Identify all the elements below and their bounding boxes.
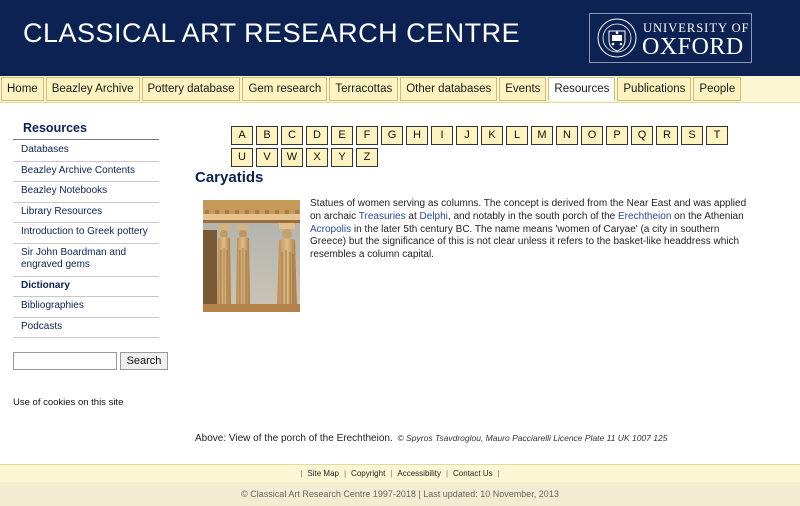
footer-nav: | Site Map | Copyright | Accessibility | Contac… [0, 464, 800, 484]
footer-separator: | [343, 469, 347, 478]
footer-separator: | [390, 469, 393, 478]
footer-link-copyright[interactable]: Copyright [351, 469, 385, 478]
letter-i[interactable]: I [431, 126, 453, 145]
nav-home[interactable]: Home [1, 77, 44, 101]
footer-link-site-map[interactable]: Site Map [307, 469, 339, 478]
link-acropolis[interactable]: Acropolis [310, 224, 351, 235]
nav-beazley-archive[interactable]: Beazley Archive [45, 77, 140, 101]
cookies-link[interactable]: Use of cookies on this site [13, 397, 123, 408]
letter-a[interactable]: A [231, 126, 253, 145]
letter-e[interactable]: E [331, 126, 353, 145]
footer-separator: | [445, 469, 449, 478]
letter-m[interactable]: M [531, 126, 553, 145]
alphabet-index: A B C D E F G H I J K L M N O P Q R S T U V W X Y Z [231, 125, 741, 169]
link-delphi[interactable]: Delphi [420, 211, 448, 222]
sidebar-item-library-resources[interactable]: Library Resources [13, 203, 159, 223]
nav-people[interactable]: People [693, 77, 742, 101]
letter-l[interactable]: L [506, 126, 528, 145]
letter-z[interactable]: Z [356, 148, 378, 167]
letter-v[interactable]: V [256, 148, 278, 167]
page-title: Caryatids [195, 169, 264, 186]
footer-link-contact-us[interactable]: Contact Us [453, 469, 493, 478]
letter-f[interactable]: F [356, 126, 378, 145]
letter-s[interactable]: S [681, 126, 703, 145]
footer-separator: | [497, 469, 500, 478]
letter-c[interactable]: C [281, 126, 303, 145]
nav-events[interactable]: Events [499, 77, 547, 101]
nav-other-databases[interactable]: Other databases [400, 77, 498, 101]
letter-d[interactable]: D [306, 126, 328, 145]
nav-publications[interactable]: Publications [617, 77, 692, 101]
search-button[interactable]: Search [120, 352, 168, 370]
sidebar-item-bibliographies[interactable]: Bibliographies [13, 297, 159, 318]
sidebar-item-intro-greek-pottery[interactable]: Introduction to Greek pottery [13, 223, 159, 244]
sidebar-item-beazley-notebooks[interactable]: Beazley Notebooks [13, 182, 159, 203]
letter-g[interactable]: G [381, 126, 403, 145]
letter-w[interactable]: W [281, 148, 303, 167]
entry-text: on the Athenian [671, 210, 744, 222]
sidebar-item-databases[interactable]: Databases [13, 141, 159, 162]
nav-gem-research[interactable]: Gem research [242, 77, 328, 101]
caryatids-photo [203, 200, 300, 312]
sidebar-title[interactable]: Resources [23, 121, 87, 135]
nav-resources[interactable]: Resources [548, 77, 616, 101]
entry-text: in the later 5th century BC. The name me… [310, 223, 740, 261]
letter-j[interactable]: J [456, 126, 478, 145]
oxford-logo[interactable]: UNIVERSITY OF OXFORD [589, 13, 752, 63]
link-erechtheion[interactable]: Erechtheion [618, 211, 671, 222]
oxford-crest-icon [597, 18, 637, 58]
letter-x[interactable]: X [306, 148, 328, 167]
caption-text: Above: View of the porch of the Erechthe… [195, 433, 393, 444]
site-header: CLASSICAL ART RESEARCH CENTRE UNIVERSITY… [0, 0, 800, 76]
letter-b[interactable]: B [256, 126, 278, 145]
search-input[interactable] [13, 352, 117, 370]
image-credit: © Spyros Tsavdroglou, Mauro Pacciarelli … [397, 433, 668, 443]
sidebar-list: Databases Beazley Archive Contents Beazl… [13, 141, 159, 338]
nav-pottery-database[interactable]: Pottery database [141, 77, 241, 101]
image-caption: Above: View of the porch of the Erechthe… [195, 433, 667, 444]
letter-t[interactable]: T [706, 126, 728, 145]
entry-text: , and notably in the south porch of the [447, 210, 619, 222]
link-treasuries[interactable]: Treasuries [359, 211, 406, 222]
sidebar-item-dictionary[interactable]: Dictionary [13, 277, 159, 297]
letter-r[interactable]: R [656, 126, 678, 145]
letter-h[interactable]: H [406, 126, 428, 145]
letter-o[interactable]: O [581, 126, 603, 145]
sidebar-divider [13, 139, 159, 140]
sidebar-item-podcasts[interactable]: Podcasts [13, 318, 159, 338]
site-title[interactable]: CLASSICAL ART RESEARCH CENTRE [23, 18, 520, 49]
footer-separator: | [300, 469, 303, 478]
top-nav: Home Beazley Archive Pottery database Ge… [1, 77, 743, 101]
letter-q[interactable]: Q [631, 126, 653, 145]
letter-y[interactable]: Y [331, 148, 353, 167]
letter-k[interactable]: K [481, 126, 503, 145]
letter-p[interactable]: P [606, 126, 628, 145]
letter-n[interactable]: N [556, 126, 578, 145]
footer-copyright: © Classical Art Research Centre 1997-201… [0, 482, 800, 506]
nav-terracottas[interactable]: Terracottas [329, 77, 399, 101]
sidebar-item-boardman-gems[interactable]: Sir John Boardman and engraved gems [13, 244, 159, 277]
entry-text: at [405, 210, 420, 222]
entry-description: Statues of women serving as columns. The… [310, 198, 748, 262]
sidebar-item-beazley-archive-contents[interactable]: Beazley Archive Contents [13, 162, 159, 182]
letter-u[interactable]: U [231, 148, 253, 167]
oxford-label: OXFORD [642, 34, 744, 60]
footer-link-accessibility[interactable]: Accessibility [397, 469, 441, 478]
